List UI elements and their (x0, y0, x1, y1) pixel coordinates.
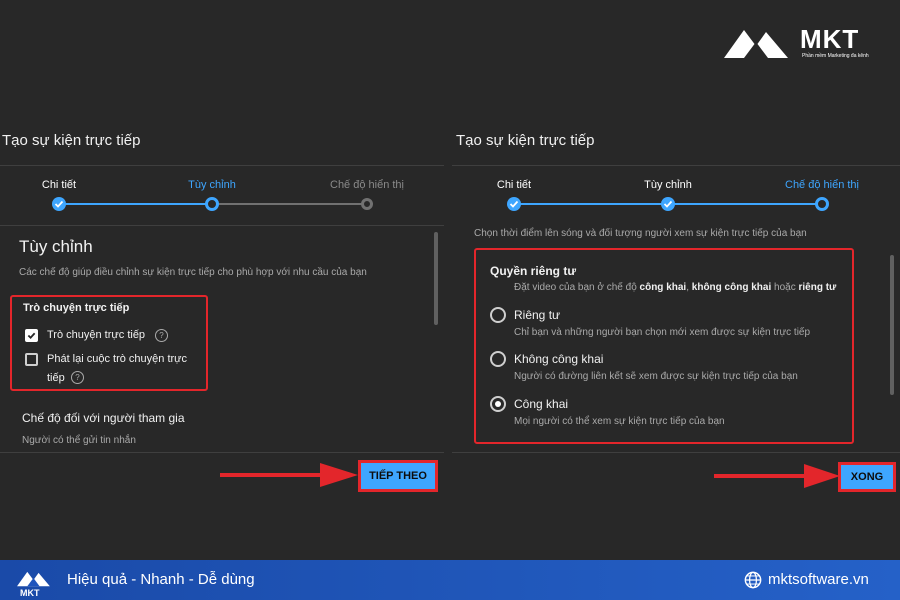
right-title-divider (452, 165, 900, 166)
check-icon (509, 200, 519, 208)
done-button[interactable]: XONG (838, 462, 896, 492)
brand-name: MKT (800, 24, 860, 54)
left-scrollbar[interactable] (434, 232, 438, 325)
arrow-right-icon (714, 464, 840, 488)
right-step-label-customize[interactable]: Tùy chỉnh (644, 179, 692, 191)
privacy-desc-public: công khai (639, 282, 687, 293)
participant-mode-description: Người có thể gửi tin nhắn (22, 435, 136, 446)
right-step-track-2 (668, 203, 822, 205)
option-unlisted-desc: Người có đường liên kết sẽ xem được sự k… (514, 371, 798, 382)
chat-section-heading: Trò chuyện trực tiếp (23, 302, 130, 314)
left-stepper-divider (0, 225, 444, 226)
privacy-desc-private: riêng tư (798, 282, 837, 293)
chat-replay-label-line2: tiếp (47, 372, 65, 384)
left-step-track-2 (212, 203, 367, 205)
check-icon (54, 200, 64, 208)
footer-slogan: Hiệu quả - Nhanh - Dễ dùng (67, 571, 255, 588)
left-step-dot-customize[interactable] (205, 197, 219, 211)
option-public-label: Công khai (514, 397, 569, 411)
radio-unlisted[interactable] (490, 351, 506, 367)
globe-icon (744, 571, 762, 589)
left-title-divider (0, 165, 444, 166)
option-private-label: Riêng tư (514, 308, 561, 322)
privacy-desc-mid: hoặc (771, 282, 799, 293)
check-icon (27, 332, 36, 340)
footer-logo-text: MKT (20, 588, 40, 598)
left-step-dot-visibility[interactable] (361, 198, 373, 210)
right-footer-divider (452, 452, 900, 453)
left-footer-divider (0, 452, 444, 453)
customize-description: Các chế độ giúp điều chỉnh sự kiện trực … (19, 267, 367, 278)
right-step-label-visibility[interactable]: Chế độ hiển thị (785, 179, 859, 191)
option-public-desc: Mọi người có thể xem sự kiện trực tiếp c… (514, 416, 725, 427)
chat-replay-checkbox[interactable] (25, 353, 38, 366)
right-step-dot-details[interactable] (507, 197, 521, 211)
visibility-intro: Chọn thời điểm lên sóng và đối tượng ngư… (474, 228, 807, 239)
option-unlisted-label: Không công khai (514, 352, 604, 366)
left-step-label-visibility[interactable]: Chế độ hiển thị (330, 179, 404, 191)
left-step-dot-details[interactable] (52, 197, 66, 211)
live-chat-label: Trò chuyện trực tiếp (47, 329, 146, 341)
footer-banner: MKT Hiệu quả - Nhanh - Dễ dùng mktsoftwa… (0, 560, 900, 600)
arrow-right-icon (220, 463, 358, 487)
next-button[interactable]: TIẾP THEO (358, 460, 438, 492)
brand-logo: MKT Phần mềm Marketing đa kênh (722, 22, 882, 64)
privacy-heading: Quyền riêng tư (490, 264, 577, 278)
help-icon[interactable]: ? (155, 329, 168, 342)
right-step-dot-visibility[interactable] (815, 197, 829, 211)
left-step-track-1 (59, 203, 212, 205)
right-step-label-details[interactable]: Chi tiết (497, 179, 531, 191)
help-icon[interactable]: ? (71, 371, 84, 384)
brand-tagline: Phần mềm Marketing đa kênh (802, 53, 869, 59)
footer-website[interactable]: mktsoftware.vn (768, 571, 869, 588)
participant-mode-heading: Chế độ đối với người tham gia (22, 411, 185, 425)
privacy-description: Đặt video của bạn ở chế độ công khai, kh… (514, 282, 836, 293)
right-panel-title: Tạo sự kiện trực tiếp (456, 132, 595, 149)
privacy-desc-prefix: Đặt video của bạn ở chế độ (514, 282, 640, 293)
left-step-label-details[interactable]: Chi tiết (42, 179, 76, 191)
left-panel-title: Tạo sự kiện trực tiếp (2, 132, 141, 149)
chat-replay-label-line1: Phát lại cuộc trò chuyện trực (47, 353, 188, 365)
left-step-label-customize[interactable]: Tùy chỉnh (188, 179, 236, 191)
right-step-track-1 (514, 203, 668, 205)
option-private-desc: Chỉ bạn và những người bạn chọn mới xem … (514, 327, 811, 338)
radio-private[interactable] (490, 307, 506, 323)
right-scrollbar[interactable] (890, 255, 894, 395)
mkt-logo-icon (724, 30, 788, 58)
customize-heading: Tùy chỉnh (19, 237, 93, 256)
privacy-desc-unlisted: không công khai (691, 282, 772, 293)
radio-public[interactable] (490, 396, 506, 412)
right-step-dot-customize[interactable] (661, 197, 675, 211)
check-icon (663, 200, 673, 208)
live-chat-checkbox[interactable] (25, 329, 38, 342)
